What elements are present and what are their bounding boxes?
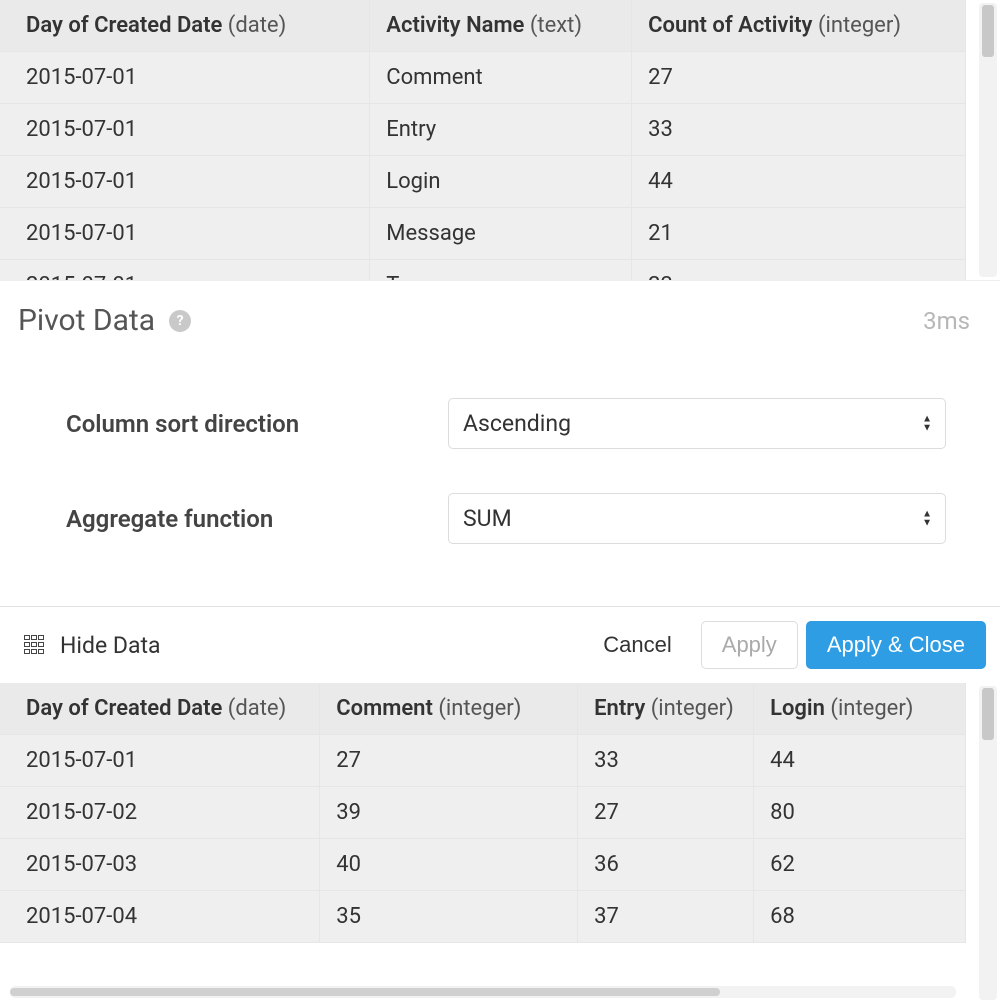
cell-name: Entry — [370, 104, 632, 156]
cell-entry: 37 — [578, 891, 754, 943]
col-type: (date) — [228, 696, 286, 721]
col-type: (date) — [228, 13, 286, 38]
cell-comment: 39 — [320, 787, 578, 839]
select-value[interactable]: SUM — [448, 493, 946, 544]
pivot-panel: Pivot Data ? 3ms Column sort direction A… — [0, 280, 1000, 683]
cell-login: 62 — [754, 839, 966, 891]
col-login[interactable]: Login (integer) — [754, 683, 966, 735]
cell-date: 2015-07-01 — [0, 156, 370, 208]
source-table-container: Day of Created Date (date) Activity Name… — [0, 0, 1000, 280]
col-type: (integer) — [818, 13, 901, 38]
cell-name: Message — [370, 208, 632, 260]
vertical-scrollbar[interactable] — [979, 3, 997, 277]
col-created-date[interactable]: Day of Created Date (date) — [0, 683, 320, 735]
scrollbar-thumb[interactable] — [982, 688, 994, 740]
cell-login: 80 — [754, 787, 966, 839]
table-icon — [24, 635, 46, 655]
panel-header: Pivot Data ? 3ms — [0, 281, 1000, 344]
col-type: (integer) — [651, 696, 734, 721]
cell-date: 2015-07-04 — [0, 891, 320, 943]
scrollbar-thumb[interactable] — [10, 988, 720, 996]
col-label: Comment — [336, 696, 433, 721]
table-header-row: Day of Created Date (date) Comment (inte… — [0, 683, 966, 735]
table-row-partial[interactable]: 2015-07-01 Tag 23 — [0, 260, 966, 281]
cell-login: 44 — [754, 735, 966, 787]
cell-count: 44 — [632, 156, 966, 208]
col-label: Login — [770, 696, 825, 721]
vertical-scrollbar[interactable] — [979, 686, 997, 1000]
row-sort-direction: Column sort direction Ascending ▲▼ — [18, 398, 982, 449]
table-row[interactable]: 2015-07-01 Login 44 — [0, 156, 966, 208]
hide-data-toggle[interactable]: Hide Data — [24, 632, 161, 659]
cell-date: 2015-07-01 — [0, 52, 370, 104]
panel-title: Pivot Data — [18, 303, 155, 338]
cell-name: Login — [370, 156, 632, 208]
cell-entry: 27 — [578, 787, 754, 839]
col-label: Entry — [594, 696, 645, 721]
apply-close-button[interactable]: Apply & Close — [806, 621, 986, 669]
cell-login: 68 — [754, 891, 966, 943]
pivot-form: Column sort direction Ascending ▲▼ Aggre… — [0, 344, 1000, 606]
horizontal-scrollbar[interactable] — [10, 986, 956, 998]
cell-comment: 40 — [320, 839, 578, 891]
cell-count: 27 — [632, 52, 966, 104]
label-aggregate-function: Aggregate function — [18, 505, 448, 533]
label-sort-direction: Column sort direction — [18, 410, 448, 438]
cancel-button[interactable]: Cancel — [582, 621, 692, 669]
cell-date: 2015-07-01 — [0, 260, 370, 281]
col-type: (text) — [530, 13, 582, 38]
cell-name: Tag — [370, 260, 632, 281]
cell-date: 2015-07-03 — [0, 839, 320, 891]
cell-name: Comment — [370, 52, 632, 104]
table-row[interactable]: 2015-07-01 Entry 33 — [0, 104, 966, 156]
cell-count: 33 — [632, 104, 966, 156]
table-row[interactable]: 2015-07-01 Comment 27 — [0, 52, 966, 104]
cell-entry: 33 — [578, 735, 754, 787]
hide-data-label: Hide Data — [60, 632, 161, 659]
col-entry[interactable]: Entry (integer) — [578, 683, 754, 735]
cell-count: 21 — [632, 208, 966, 260]
cell-comment: 35 — [320, 891, 578, 943]
cell-comment: 27 — [320, 735, 578, 787]
col-activity-count[interactable]: Count of Activity (integer) — [632, 0, 966, 52]
col-label: Day of Created Date — [26, 696, 222, 721]
row-aggregate-function: Aggregate function SUM ▲▼ — [18, 493, 982, 544]
help-icon[interactable]: ? — [169, 310, 191, 332]
cell-date: 2015-07-01 — [0, 735, 320, 787]
table-row[interactable]: 2015-07-03 40 36 62 — [0, 839, 966, 891]
scrollbar-thumb[interactable] — [982, 5, 994, 57]
table-row[interactable]: 2015-07-01 27 33 44 — [0, 735, 966, 787]
timing-label: 3ms — [923, 307, 982, 335]
cell-date: 2015-07-01 — [0, 208, 370, 260]
result-table: Day of Created Date (date) Comment (inte… — [0, 683, 966, 943]
cell-date: 2015-07-01 — [0, 104, 370, 156]
col-label: Activity Name — [386, 13, 524, 38]
result-table-container: Day of Created Date (date) Comment (inte… — [0, 683, 1000, 1003]
select-sort-direction[interactable]: Ascending ▲▼ — [448, 398, 946, 449]
table-row[interactable]: 2015-07-02 39 27 80 — [0, 787, 966, 839]
panel-footer: Hide Data Cancel Apply Apply & Close — [0, 606, 1000, 683]
apply-button[interactable]: Apply — [701, 621, 798, 669]
col-label: Day of Created Date — [26, 13, 222, 38]
source-table: Day of Created Date (date) Activity Name… — [0, 0, 966, 280]
table-header-row: Day of Created Date (date) Activity Name… — [0, 0, 966, 52]
select-value[interactable]: Ascending — [448, 398, 946, 449]
table-row[interactable]: 2015-07-01 Message 21 — [0, 208, 966, 260]
cell-entry: 36 — [578, 839, 754, 891]
table-row[interactable]: 2015-07-04 35 37 68 — [0, 891, 966, 943]
cell-count: 23 — [632, 260, 966, 281]
col-comment[interactable]: Comment (integer) — [320, 683, 578, 735]
cell-date: 2015-07-02 — [0, 787, 320, 839]
col-activity-name[interactable]: Activity Name (text) — [370, 0, 632, 52]
col-created-date[interactable]: Day of Created Date (date) — [0, 0, 370, 52]
select-aggregate-function[interactable]: SUM ▲▼ — [448, 493, 946, 544]
col-type: (integer) — [830, 696, 913, 721]
col-label: Count of Activity — [648, 13, 812, 38]
col-type: (integer) — [438, 696, 521, 721]
